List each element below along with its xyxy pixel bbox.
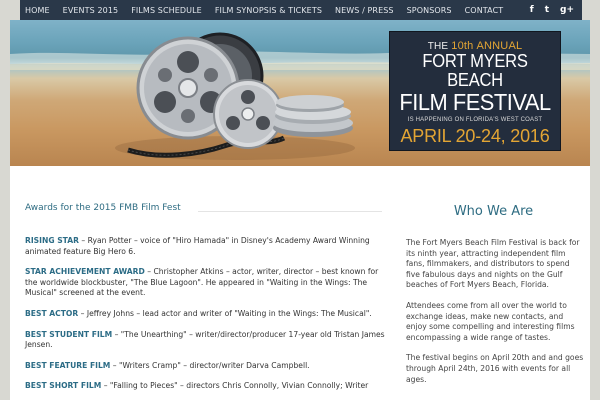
heading-divider [198,211,382,212]
who-we-are-heading: Who We Are [453,204,534,219]
award-label[interactable]: RISING STAR [25,236,79,245]
award-text: – Jeffrey Johns – lead actor and writer … [78,308,372,318]
social-links: f t g+ [530,0,574,20]
main-content: Awards for the 2015 FMB Film Fest RISING… [10,166,590,400]
poster-title-line2: FILM FESTIVAL [399,89,551,115]
about-paragraph: The Fort Myers Beach Film Festival is ba… [406,238,580,290]
award-label[interactable]: BEST SHORT FILM [25,381,101,390]
poster-title-line1: FORT MYERS BEACH [422,51,528,90]
award-item: BEST SHORT FILM – "Falling to Pieces" – … [25,381,385,392]
nav-films-schedule[interactable]: FILMS SCHEDULE [131,6,202,15]
award-text: – "Writers Cramp" – director/writer Darv… [110,360,310,370]
poster-dates: APRIL 20-24, 2016 [400,126,550,146]
festival-poster: THE 10th ANNUAL FORT MYERS BEACH FILM FE… [389,31,561,151]
about-paragraph: The festival begins on April 20th and an… [406,353,584,384]
award-label[interactable]: STAR ACHIEVEMENT AWARD [25,267,145,276]
nav-contact[interactable]: CONTACT [465,6,504,15]
google-plus-icon[interactable]: g+ [560,5,574,15]
award-item: BEST STUDENT FILM – "The Unearthing" – w… [25,330,385,351]
award-item: BEST ACTOR – Jeffrey Johns – lead actor … [25,309,385,320]
about-paragraph: Attendees come from all over the world t… [406,300,575,342]
award-item: STAR ACHIEVEMENT AWARD – Christopher Atk… [25,267,385,299]
film-canisters [273,95,353,137]
award-label[interactable]: BEST ACTOR [25,309,78,318]
award-item: BEST FEATURE FILM – "Writers Cramp" – di… [25,361,385,372]
facebook-icon[interactable]: f [530,5,534,15]
poster-subtitle: IS HAPPENING ON FLORIDA'S WEST COAST [407,117,543,123]
nav-news-press[interactable]: NEWS / PRESS [335,6,394,15]
top-nav: HOME EVENTS 2015 FILMS SCHEDULE FILM SYN… [20,0,582,20]
nav-film-synopsis-tickets[interactable]: FILM SYNOPSIS & TICKETS [215,6,322,15]
hero-banner: THE 10th ANNUAL FORT MYERS BEACH FILM FE… [10,20,590,166]
nav-events-2015[interactable]: EVENTS 2015 [63,6,119,15]
awards-list: RISING STAR – Ryan Potter – voice of "Hi… [25,236,385,400]
film-reel-small [213,79,283,149]
award-text: – "Falling to Pieces" – directors Chris … [101,381,369,391]
award-label[interactable]: BEST STUDENT FILM [25,330,112,339]
awards-heading: Awards for the 2015 FMB Film Fest [25,203,181,213]
nav-home[interactable]: HOME [25,6,50,15]
award-item: RISING STAR – Ryan Potter – voice of "Hi… [25,236,385,257]
award-label[interactable]: BEST FEATURE FILM [25,361,110,370]
twitter-icon[interactable]: t [545,5,549,15]
who-we-are-body: The Fort Myers Beach Film Festival is ba… [406,238,584,395]
nav-sponsors[interactable]: SPONSORS [407,6,452,15]
